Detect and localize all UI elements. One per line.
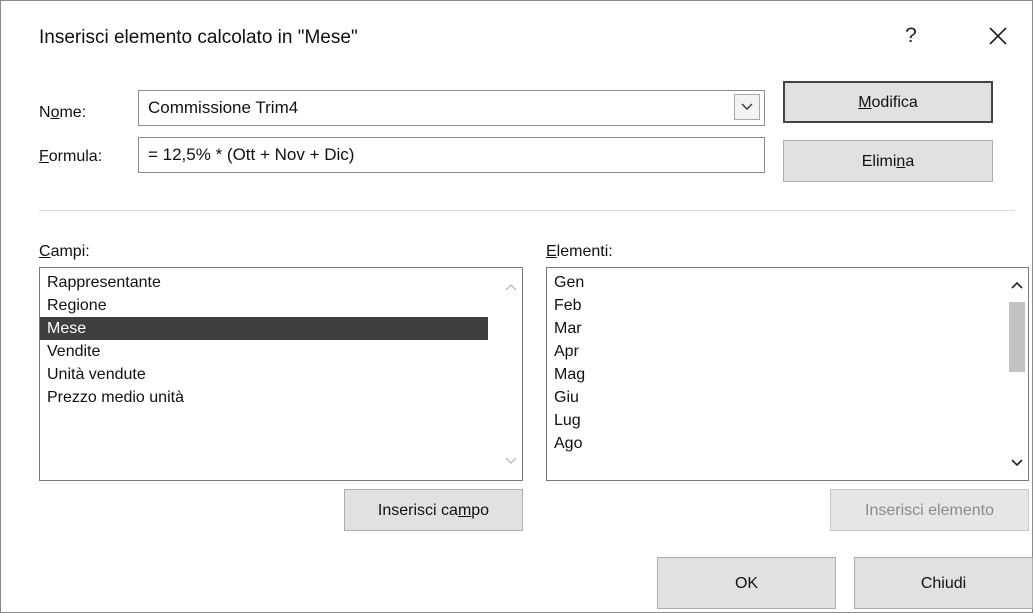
scroll-up-button[interactable] [500, 276, 522, 298]
name-combobox[interactable]: Commissione Trim4 [138, 90, 765, 126]
fields-label: Campi: [39, 243, 90, 260]
list-item[interactable]: Regione [40, 294, 522, 317]
list-item[interactable]: Prezzo medio unità [40, 386, 522, 409]
list-item[interactable]: Giu [547, 386, 1028, 409]
list-item[interactable]: Apr [547, 340, 1028, 363]
items-scrollbar[interactable] [1006, 268, 1028, 480]
formula-label: Formula: [39, 148, 103, 165]
separator [39, 210, 1015, 211]
list-item[interactable]: Ago [547, 432, 1028, 455]
insert-field-button[interactable]: Inserisci campo [344, 489, 523, 531]
list-item[interactable]: Mar [547, 317, 1028, 340]
chevron-down-icon [741, 103, 753, 110]
close-icon [989, 27, 1007, 45]
list-item[interactable]: Mag [547, 363, 1028, 386]
scroll-up-arrow-icon [505, 284, 517, 291]
scroll-down-arrow-icon [1011, 459, 1023, 467]
name-label: Nome: [39, 104, 87, 121]
list-item[interactable]: Gen [547, 271, 1028, 294]
formula-input[interactable]: = 12,5% * (Ott + Nov + Dic) [138, 137, 765, 173]
close-button[interactable] [976, 19, 1020, 53]
list-item[interactable]: Vendite [40, 340, 522, 363]
list-item[interactable]: Mese [40, 317, 488, 340]
scroll-up-arrow-icon [1011, 281, 1023, 289]
items-label: Elementi: [546, 243, 613, 260]
dialog-title: Inserisci elemento calcolato in "Mese" [39, 27, 358, 48]
scroll-down-button[interactable] [1006, 452, 1028, 474]
scroll-up-button[interactable] [1006, 274, 1028, 296]
list-item[interactable]: Feb [547, 294, 1028, 317]
list-item[interactable]: Rappresentante [40, 271, 522, 294]
help-button[interactable]: ? [891, 19, 931, 53]
ok-button[interactable]: OK [657, 557, 836, 609]
combobox-dropdown-button[interactable] [734, 94, 760, 120]
scroll-down-button[interactable] [500, 450, 522, 472]
title-bar: Inserisci elemento calcolato in "Mese" ? [1, 1, 1032, 67]
insert-item-button[interactable]: Inserisci elemento [830, 489, 1029, 531]
insert-calculated-item-dialog: Inserisci elemento calcolato in "Mese" ?… [0, 0, 1033, 613]
list-item[interactable]: Lug [547, 409, 1028, 432]
list-item[interactable]: Unità vendute [40, 363, 522, 386]
name-value: Commissione Trim4 [148, 98, 299, 117]
modifica-button[interactable]: Modifica [783, 81, 993, 123]
items-listbox[interactable]: Gen Feb Mar Apr Mag Giu Lug Ago [546, 267, 1029, 481]
close-dialog-button[interactable]: Chiudi [854, 557, 1033, 609]
scroll-thumb[interactable] [1009, 302, 1025, 372]
fields-listbox[interactable]: Rappresentante Regione Mese Vendite Unit… [39, 267, 523, 481]
elimina-button[interactable]: Elimina [783, 140, 993, 182]
scroll-down-arrow-icon [505, 457, 517, 464]
fields-scrollbar[interactable] [500, 268, 522, 480]
